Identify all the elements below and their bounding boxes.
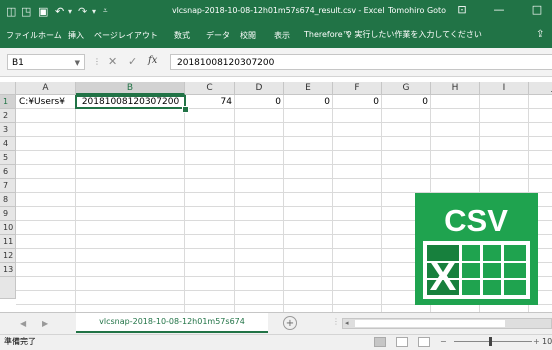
column-header-f[interactable]: F	[333, 82, 382, 95]
autosave-icon[interactable]: ◫	[6, 5, 16, 18]
zoom-slider-track[interactable]	[454, 341, 532, 342]
row-header-12[interactable]: 12	[0, 249, 16, 263]
insert-function-icon[interactable]: fx	[148, 55, 157, 66]
touch-mode-icon[interactable]: ◳	[21, 5, 31, 18]
select-all-corner[interactable]	[0, 82, 16, 95]
cell-g1[interactable]: 0	[382, 95, 430, 109]
ribbon-display-icon[interactable]: ⊡	[454, 3, 470, 16]
tab-page-layout[interactable]: ページレイアウト	[94, 30, 158, 41]
column-header-e[interactable]: E	[284, 82, 333, 95]
redo-icon[interactable]: ↷	[78, 5, 87, 18]
gridline	[234, 95, 235, 312]
row-header-14[interactable]	[0, 277, 16, 299]
row-header-1[interactable]: 1	[0, 95, 16, 109]
tab-file[interactable]: ファイル	[6, 30, 38, 41]
tab-review[interactable]: 校閲	[240, 30, 256, 41]
scroll-thumb[interactable]	[355, 320, 505, 327]
customize-toolbar-icon[interactable]: ⩡	[103, 6, 108, 16]
next-sheet-icon[interactable]: ▶	[42, 319, 48, 328]
zoom-slider-knob[interactable]	[489, 337, 492, 346]
page-break-view-button[interactable]	[418, 337, 430, 347]
normal-view-button[interactable]	[374, 337, 386, 347]
tab-data[interactable]: データ	[206, 30, 230, 41]
zoom-out-button[interactable]: −	[440, 335, 447, 349]
row-header-4[interactable]: 4	[0, 137, 16, 151]
status-text: 準備完了	[4, 337, 36, 346]
share-icon[interactable]: ⇪	[536, 29, 544, 40]
excel-x-letter: X	[430, 255, 457, 299]
status-bar: 準備完了 − + 100	[0, 334, 552, 350]
lightbulb-icon: ♀	[346, 30, 352, 39]
column-header-j[interactable]: J	[529, 82, 552, 95]
ribbon-tabs: ファイル ホーム 挿入 ページレイアウト 数式 データ 校閲 表示 Theref…	[0, 24, 552, 48]
more-icon: ⋮	[93, 57, 101, 66]
add-sheet-button[interactable]: +	[283, 316, 297, 330]
cell-a1[interactable]: C:¥Users¥	[17, 95, 75, 109]
window-title: vlcsnap-2018-10-08-12h01m57s674_result.c…	[172, 6, 385, 15]
sheet-tabs-bar: ◀ ▶ vlcsnap-2018-10-08-12h01m57s674 + ⋮ …	[0, 312, 552, 335]
undo-icon[interactable]: ↶	[55, 5, 64, 18]
column-header-h[interactable]: H	[431, 82, 480, 95]
cell-c1[interactable]: 74	[185, 95, 234, 109]
column-header-b[interactable]: B	[76, 82, 185, 95]
undo-dropdown-icon[interactable]: ▾	[68, 7, 72, 16]
tab-therefore[interactable]: Therefore™	[304, 30, 351, 39]
tell-me-text: 実行したい作業を入力してください	[354, 30, 482, 39]
title-bar: ◫ ◳ ▣ ↶ ▾ ↷ ▾ ⩡ vlcsnap-2018-10-08-12h01…	[0, 0, 552, 24]
name-box-value: B1	[12, 58, 24, 68]
zoom-in-button[interactable]: +	[533, 335, 540, 349]
row-header-13[interactable]: 13	[0, 263, 16, 277]
gridline	[381, 95, 382, 312]
column-header-i[interactable]: I	[480, 82, 529, 95]
gridline	[283, 95, 284, 312]
row-header-11[interactable]: 11	[0, 235, 16, 249]
horizontal-scrollbar[interactable]: ◂	[342, 318, 552, 329]
column-header-d[interactable]: D	[235, 82, 284, 95]
tab-formulas[interactable]: 数式	[174, 30, 190, 41]
formula-input[interactable]: 20181008120307200	[170, 54, 552, 70]
tab-view[interactable]: 表示	[274, 30, 290, 41]
gridline	[332, 95, 333, 312]
row-header-3[interactable]: 3	[0, 123, 16, 137]
minimize-button[interactable]: —	[491, 3, 507, 16]
formula-bar: B1 ▼ ⋮ ✕ ✓ fx 20181008120307200	[0, 48, 552, 77]
cancel-icon[interactable]: ✕	[108, 55, 117, 68]
chevron-down-icon[interactable]: ▼	[75, 55, 80, 71]
cell-b1[interactable]: 20181008120307200	[75, 95, 186, 109]
zoom-level[interactable]: 100	[542, 335, 552, 349]
enter-icon[interactable]: ✓	[128, 55, 137, 68]
gridline	[75, 95, 76, 312]
column-header-c[interactable]: C	[185, 82, 235, 95]
gridline	[184, 95, 185, 312]
tell-me-box[interactable]: ♀ 実行したい作業を入力してください	[346, 29, 482, 40]
row-header-5[interactable]: 5	[0, 151, 16, 165]
row-header-10[interactable]: 10	[0, 221, 16, 235]
scroll-left-icon[interactable]: ◂	[345, 319, 349, 327]
cell-e1[interactable]: 0	[284, 95, 332, 109]
row-header-9[interactable]: 9	[0, 207, 16, 221]
column-header-g[interactable]: G	[382, 82, 431, 95]
name-box[interactable]: B1 ▼	[7, 54, 85, 70]
column-header-a[interactable]: A	[16, 82, 76, 95]
sheet-tab[interactable]: vlcsnap-2018-10-08-12h01m57s674	[76, 313, 268, 333]
user-name[interactable]: Tomohiro Goto	[388, 6, 446, 15]
tab-home[interactable]: ホーム	[38, 30, 62, 41]
csv-file-icon: CSV X	[415, 193, 538, 305]
row-header-7[interactable]: 7	[0, 179, 16, 193]
page-layout-view-button[interactable]	[396, 337, 408, 347]
row-header-2[interactable]: 2	[0, 109, 16, 123]
row-header-8[interactable]: 8	[0, 193, 16, 207]
redo-dropdown-icon[interactable]: ▾	[92, 7, 96, 16]
prev-sheet-icon[interactable]: ◀	[20, 319, 26, 328]
maximize-button[interactable]: □	[529, 3, 545, 16]
csv-label: CSV	[444, 203, 508, 238]
tab-splitter-icon[interactable]: ⋮	[332, 317, 340, 326]
row-header-6[interactable]: 6	[0, 165, 16, 179]
save-icon[interactable]: ▣	[38, 5, 48, 18]
tab-insert[interactable]: 挿入	[68, 30, 84, 41]
cell-f1[interactable]: 0	[333, 95, 381, 109]
cell-d1[interactable]: 0	[235, 95, 283, 109]
